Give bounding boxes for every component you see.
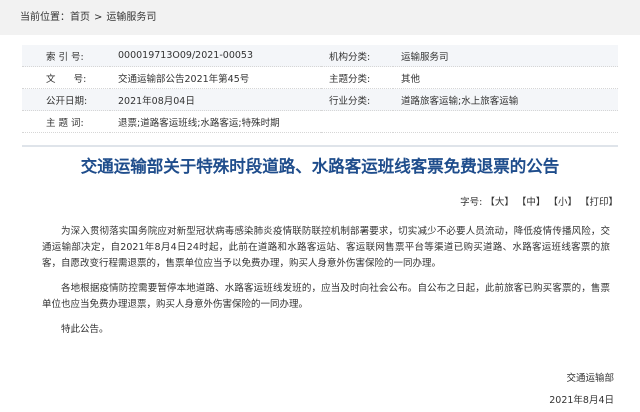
breadcrumb-current-link[interactable]: 运输服务司: [106, 12, 156, 23]
subject-label: 主题分类:: [321, 66, 393, 89]
signature-block: 交通运输部 2021年8月4日: [549, 368, 614, 412]
font-size-controls: 字号: 【大】 【中】 【小】 【打印】: [460, 194, 618, 208]
font-medium-button[interactable]: 【中】: [517, 197, 546, 208]
font-small-button[interactable]: 【小】: [548, 197, 577, 208]
font-size-label: 字号:: [460, 197, 483, 208]
paragraph-3: 特此公告。: [61, 324, 109, 335]
metadata-row: 公开日期: 2021年08月04日 行业分类: 道路旅客运输;水上旅客运输: [22, 88, 618, 111]
breadcrumb-separator: >: [94, 12, 103, 23]
signature-date: 2021年8月4日: [549, 395, 614, 406]
breadcrumb-home-link[interactable]: 首页: [70, 12, 90, 23]
org-value: 运输服务司: [393, 45, 618, 67]
breadcrumb: 当前位置：首页 > 运输服务司: [0, 0, 640, 35]
index-label: 索 引 号:: [22, 45, 110, 67]
docno-value: 交通运输部公告2021年第45号: [110, 66, 321, 89]
print-button[interactable]: 【打印】: [580, 197, 618, 208]
page-title: 交通运输部关于特殊时段道路、水路客运班线客票免费退票的公告: [80, 157, 560, 176]
industry-value: 道路旅客运输;水上旅客运输: [393, 88, 618, 111]
metadata-row: 文 号: 交通运输部公告2021年第45号 主题分类: 其他: [22, 66, 618, 89]
keywords-value: 退票;道路客运班线;水路客运;特殊时期: [110, 110, 618, 133]
font-large-button[interactable]: 【大】: [485, 197, 514, 208]
article-body: 为深入贯彻落实国务院应对新型冠状病毒感染肺炎疫情联防联控机制部署要求，切实减少不…: [42, 224, 610, 347]
paragraph-2: 各地根据疫情防控需要暂停本地道路、水路客运班线发班的，应当及时向社会公布。自公布…: [42, 283, 610, 310]
keywords-label: 主 题 词:: [22, 110, 110, 133]
subject-value: 其他: [393, 66, 618, 89]
metadata-row: 索 引 号: 000019713O09/2021-00053 机构分类: 运输服…: [22, 45, 618, 67]
paragraph-1: 为深入贯彻落实国务院应对新型冠状病毒感染肺炎疫情联防联控机制部署要求，切实减少不…: [42, 226, 610, 269]
date-label: 公开日期:: [22, 88, 110, 111]
document-metadata-table: 索 引 号: 000019713O09/2021-00053 机构分类: 运输服…: [22, 45, 618, 133]
org-label: 机构分类:: [321, 45, 393, 67]
date-value: 2021年08月04日: [110, 88, 321, 111]
industry-label: 行业分类:: [321, 88, 393, 111]
docno-label: 文 号:: [22, 66, 110, 89]
metadata-row: 主 题 词: 退票;道路客运班线;水路客运;特殊时期: [22, 110, 618, 133]
divider: [22, 145, 618, 147]
breadcrumb-label: 当前位置：: [20, 12, 70, 23]
signature-org: 交通运输部: [566, 373, 614, 384]
index-value: 000019713O09/2021-00053: [110, 45, 321, 67]
